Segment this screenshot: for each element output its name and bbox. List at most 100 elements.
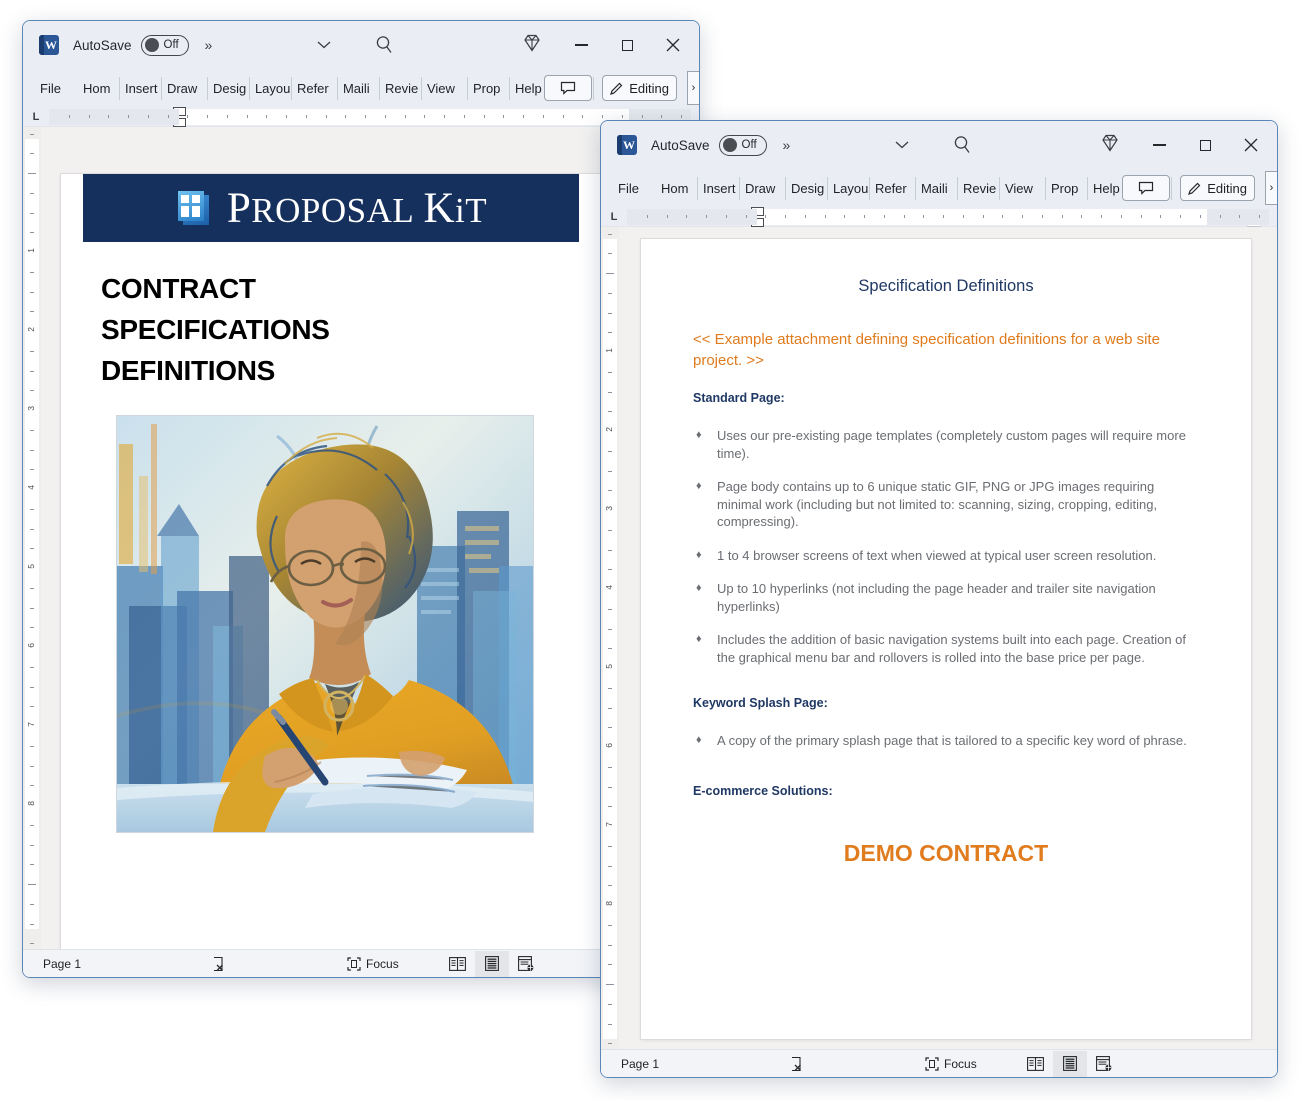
ruler-tick: [608, 885, 612, 887]
ruler-track[interactable]: [627, 206, 1269, 227]
horizontal-ruler-window1[interactable]: L: [23, 106, 699, 127]
tab-mailings[interactable]: Maili: [916, 176, 958, 200]
tab-home[interactable]: Hom: [78, 76, 120, 100]
close-button[interactable]: [1229, 121, 1273, 169]
ruler-tick: [1239, 214, 1241, 218]
web-layout-icon[interactable]: [509, 951, 543, 977]
gem-icon[interactable]: [521, 32, 547, 58]
web-layout-icon[interactable]: [1087, 1051, 1121, 1077]
gem-icon[interactable]: [1099, 132, 1125, 158]
section-heading-standard-page: Standard Page:: [693, 391, 785, 405]
tab-review[interactable]: Revie: [380, 76, 422, 100]
print-layout-icon[interactable]: [474, 950, 509, 977]
ruler-tick: [606, 984, 614, 985]
document-title-block: CONTRACT SPECIFICATIONS DEFINITIONS: [101, 268, 601, 391]
ruler-tick: [226, 114, 228, 118]
tab-view[interactable]: View: [1000, 176, 1046, 200]
ruler-tick: [824, 214, 826, 218]
tab-draw[interactable]: Draw: [162, 76, 208, 100]
tab-design[interactable]: Desig: [786, 176, 828, 200]
ruler-tick: [608, 233, 612, 235]
focus-mode-button[interactable]: Focus: [347, 957, 399, 971]
horizontal-ruler-window2[interactable]: L: [601, 206, 1277, 227]
title-line-1: CONTRACT: [101, 273, 256, 304]
tab-review[interactable]: Revie: [958, 176, 1000, 200]
doc-example-note: << Example attachment defining specifica…: [693, 331, 1160, 369]
ruler-tick: [30, 903, 34, 905]
tab-insert[interactable]: Insert: [698, 176, 740, 200]
word-app-icon[interactable]: W: [39, 35, 59, 55]
tab-file[interactable]: File: [31, 77, 66, 100]
tab-proposal-kit[interactable]: Prop: [1046, 176, 1088, 200]
tab-draw[interactable]: Draw: [740, 176, 786, 200]
ruler-tick: [345, 114, 347, 118]
ruler-tick: [1180, 214, 1181, 218]
word-app-icon[interactable]: W: [617, 135, 637, 155]
tab-home[interactable]: Hom: [656, 176, 698, 200]
ruler-tick: [30, 824, 34, 826]
minimize-button[interactable]: [559, 21, 603, 69]
ribbon-tabs-window2: File Hom Insert Draw Desig Layou Refer M…: [601, 169, 1277, 207]
search-icon[interactable]: [373, 33, 397, 57]
read-mode-icon[interactable]: [1019, 1051, 1053, 1077]
word-window-specification-definitions[interactable]: W AutoSave Off » File Hom Insert Draw De…: [600, 120, 1278, 1078]
ruler-tick: [608, 1023, 612, 1025]
ruler-number: 4: [604, 585, 614, 590]
autosave-toggle[interactable]: Off: [140, 34, 189, 56]
maximize-button[interactable]: [1183, 121, 1227, 169]
tab-references[interactable]: Refer: [870, 176, 916, 200]
editing-mode-button[interactable]: Editing: [602, 75, 677, 101]
tab-file[interactable]: File: [609, 177, 644, 200]
title-line-2: SPECIFICATIONS: [101, 314, 330, 345]
tab-stop-selector[interactable]: L: [23, 111, 49, 123]
ruler-tick: [864, 214, 865, 218]
quick-access-overflow-icon[interactable]: »: [783, 137, 791, 153]
word-window-contract-specifications[interactable]: W AutoSave Off » File Hom Insert Draw De…: [22, 20, 700, 978]
document-scroll-window2[interactable]: Specification Definitions << Example att…: [619, 227, 1277, 1077]
ruler-tick: [608, 411, 612, 413]
ruler-tick: [1061, 214, 1063, 218]
maximize-button[interactable]: [605, 21, 649, 69]
spellcheck-icon[interactable]: [789, 1050, 805, 1078]
comments-button[interactable]: [1122, 175, 1171, 201]
close-button[interactable]: [651, 21, 695, 69]
vertical-ruler-window2[interactable]: 1 2 3 4 5 6 7 8: [601, 227, 619, 1077]
print-layout-icon[interactable]: [1052, 1050, 1087, 1077]
spellcheck-icon[interactable]: [211, 950, 227, 978]
tab-layout[interactable]: Layou: [828, 176, 870, 200]
vertical-ruler-window1[interactable]: 1 2 3 4 5 6 7 8: [23, 127, 41, 977]
tab-view[interactable]: View: [422, 76, 468, 100]
autosave-toggle[interactable]: Off: [718, 134, 767, 156]
proposal-kit-wordmark: PROPOSAL KiT: [226, 184, 488, 232]
minimize-button[interactable]: [1137, 121, 1181, 169]
tab-design[interactable]: Desig: [208, 76, 250, 100]
tab-insert[interactable]: Insert: [120, 76, 162, 100]
page-number-status[interactable]: Page 1: [43, 957, 81, 971]
comments-button[interactable]: [544, 75, 593, 101]
autosave-state-label: Off: [741, 139, 757, 151]
tab-proposal-kit[interactable]: Prop: [468, 76, 510, 100]
page-number-status[interactable]: Page 1: [621, 1057, 659, 1071]
ribbon-overflow-button[interactable]: ›: [687, 71, 699, 105]
ruler-tick: [365, 114, 366, 118]
read-mode-icon[interactable]: [441, 951, 475, 977]
ruler-tick: [608, 1003, 612, 1005]
section-heading-ecommerce-solutions: E-commerce Solutions:: [693, 783, 833, 798]
ribbon-overflow-button[interactable]: ›: [1265, 171, 1277, 205]
ruler-tick: [1101, 214, 1102, 218]
ruler-tick: [608, 628, 612, 630]
chevron-down-icon[interactable]: [317, 38, 331, 53]
tab-layout[interactable]: Layou: [250, 76, 292, 100]
focus-mode-button[interactable]: Focus: [925, 1057, 977, 1071]
tab-stop-selector[interactable]: L: [601, 211, 627, 223]
search-icon[interactable]: [951, 133, 975, 157]
chevron-down-icon[interactable]: [895, 138, 909, 153]
ruler-tick: [608, 865, 612, 867]
tab-references[interactable]: Refer: [292, 76, 338, 100]
tab-mailings[interactable]: Maili: [338, 76, 380, 100]
editing-mode-button[interactable]: Editing: [1180, 175, 1255, 201]
quick-access-overflow-icon[interactable]: »: [205, 37, 213, 53]
ruler-tick: [745, 214, 747, 218]
ruler-track[interactable]: [49, 106, 691, 127]
ruler-tick: [608, 549, 612, 551]
